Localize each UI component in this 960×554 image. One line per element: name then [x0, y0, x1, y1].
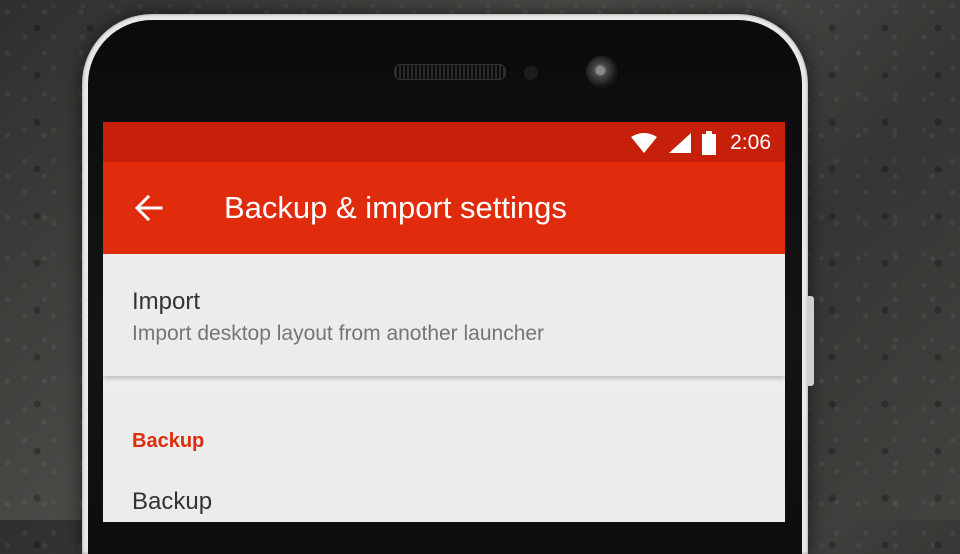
import-summary: Import desktop layout from another launc… [132, 322, 545, 345]
cell-signal-icon [669, 133, 692, 153]
app-toolbar: Backup & import settings [103, 162, 785, 254]
status-time: 2:06 [730, 131, 771, 154]
arrow-back-icon [135, 195, 163, 221]
import-title: Import [132, 288, 201, 315]
phone-screen: 2:06 Backup & import settings Import Imp… [103, 122, 785, 522]
wifi-icon [631, 133, 658, 153]
backup-preference[interactable]: Backup [103, 472, 785, 522]
front-camera [586, 56, 618, 88]
back-button[interactable] [125, 184, 173, 232]
import-preference[interactable]: Import Import desktop layout from anothe… [103, 254, 785, 376]
page-title: Backup & import settings [224, 190, 567, 225]
backup-section-header: Backup [132, 430, 205, 452]
backup-card: Backup Backup [103, 392, 785, 522]
import-card: Import Import desktop layout from anothe… [103, 254, 785, 376]
status-icons: 2:06 [630, 130, 771, 156]
phone-side-button [807, 296, 814, 386]
earpiece-speaker [394, 64, 506, 80]
proximity-sensor [524, 66, 538, 80]
status-bar: 2:06 [103, 122, 785, 162]
backup-title: Backup [132, 488, 213, 515]
battery-icon [702, 131, 717, 155]
